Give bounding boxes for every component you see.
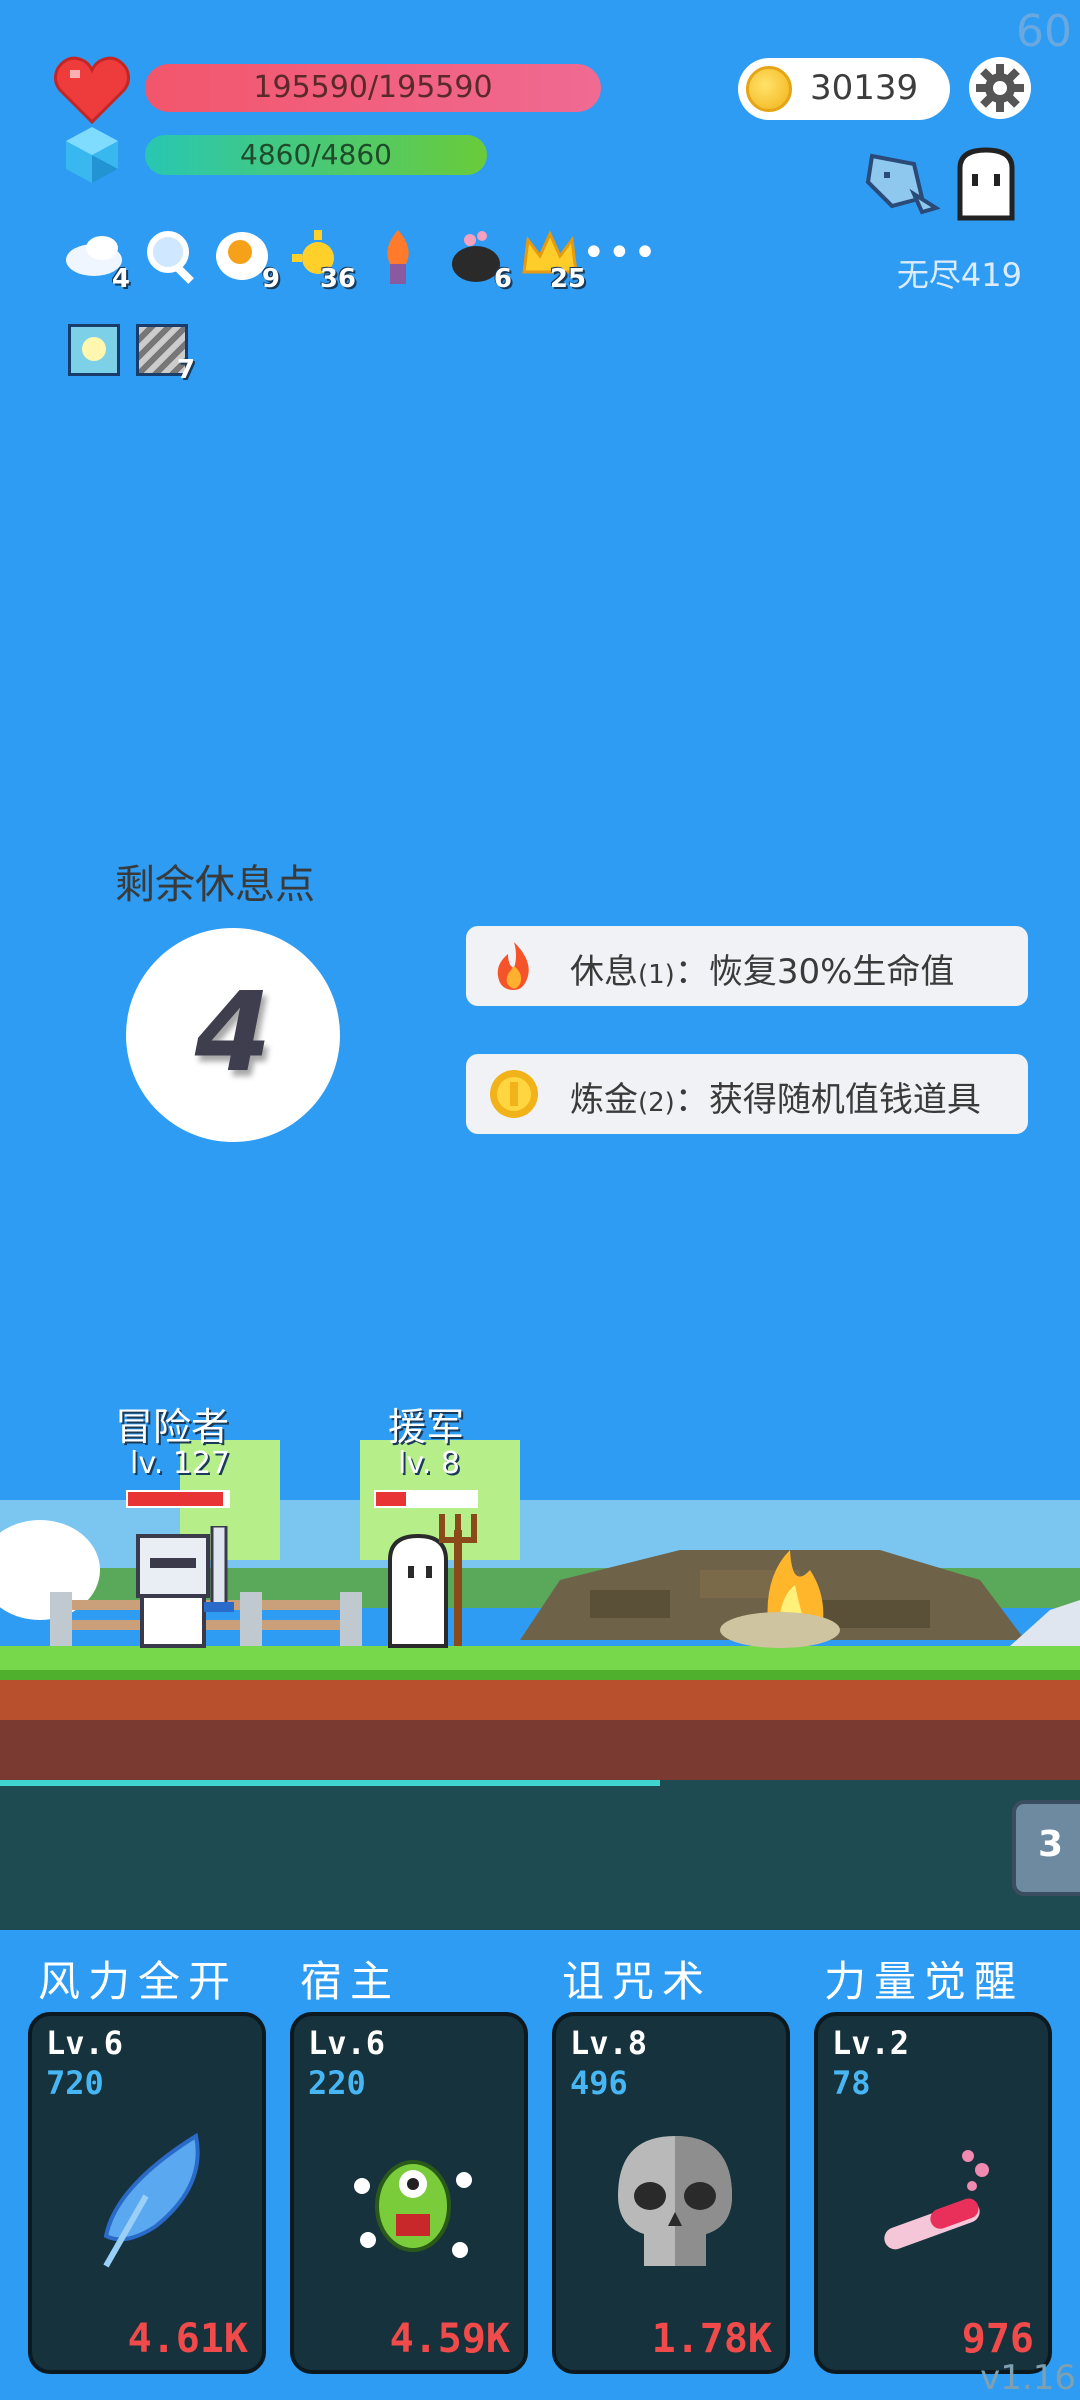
striped-scroll-buff-icon[interactable]: 7 [136,324,195,385]
flame-torch-icon[interactable] [366,224,430,288]
rest-option-button[interactable]: 休息(1)：恢复30%生命值 [466,926,1028,1006]
skill-level: Lv.6 [308,2024,386,2062]
rest-option-count: (1) [638,960,675,990]
skill-name-2: 宿主 [300,1957,401,2006]
buff-count: 7 [176,355,195,385]
item-count: 4 [111,264,130,294]
alchemy-option-text: 炼金(2)：获得随机值钱道具 [570,1072,981,1121]
fps-counter: 60 [1016,6,1072,57]
item-count: 36 [319,264,356,294]
skill-value: 220 [308,2064,366,2102]
version-label: v1.16 [980,2358,1076,2398]
item-bar: 4 9 36 6 25 [62,224,662,294]
blue-feather-icon [103,2132,200,2268]
skill-value: 720 [46,2064,104,2102]
mp-text: 4860/4860 [240,138,392,171]
rest-points-value: 4 [194,968,272,1096]
adventurer-name: 冒险者 [115,1405,230,1449]
endless-mode-label: 无尽419 [896,256,1022,294]
mp-bar: 4860/4860 [145,135,487,175]
adventurer-knight-sprite[interactable] [128,1526,238,1650]
adventurer-level: lv. 127 [130,1446,231,1481]
skill-level: Lv.2 [832,2024,910,2062]
skill-cost: 1.78K [651,2316,772,2362]
coin-icon [490,1070,538,1118]
skill-card-power[interactable]: Lv.2 78 976 [814,2012,1052,2374]
cauldron-icon[interactable]: 6 [444,224,512,294]
alchemy-option-desc: ：获得随机值钱道具 [674,1080,981,1120]
buff-bar: 7 [68,324,208,385]
mana-crystal-icon [66,127,118,183]
sun-icon[interactable]: 36 [288,224,356,294]
item-count: 25 [549,264,586,294]
hp-bar: 195590/195590 [145,64,601,112]
reinforcement-hp-bar [374,1490,478,1508]
fire-icon [497,942,529,990]
gold-coin-icon [746,66,792,112]
magnifier-icon[interactable] [140,224,204,288]
skill-card-wind[interactable]: Lv.6 720 4.61K [28,2012,266,2374]
potion-tube-icon [884,2150,989,2250]
battle-scene: 冒险者 lv. 127 援军 lv. 8 [0,1330,1080,1930]
skill-name-1: 风力全开 [38,1957,239,2006]
light-bulb-buff-icon[interactable] [68,324,120,376]
ghost-icon[interactable] [950,146,1022,222]
skill-level: Lv.6 [46,2024,124,2062]
skill-value: 78 [832,2064,871,2102]
skill-cost: 4.61K [127,2316,248,2362]
adventurer-hp-bar [126,1490,230,1508]
skill-name-4: 力量觉醒 [824,1957,1025,2006]
settings-gear-icon[interactable] [968,56,1032,120]
skill-value: 496 [570,2064,628,2102]
alchemy-option-count: (2) [638,1088,675,1118]
rest-option-label: 休息 [570,952,638,992]
rest-points-title: 剩余休息点 [115,862,315,908]
hp-text: 195590/195590 [253,70,493,105]
skill-level: Lv.8 [570,2024,648,2062]
adventurer-hp-fill [128,1492,223,1506]
reinforcement-hp-fill [376,1492,406,1506]
coin-counter: 30139 [738,58,950,120]
skill-cost: 976 [961,2316,1034,2362]
alchemy-option-button[interactable]: 炼金(2)：获得随机值钱道具 [466,1054,1028,1134]
skull-icon [618,2136,732,2266]
item-count: 6 [493,264,512,294]
more-items-icon[interactable]: ••• [582,230,659,276]
rest-option-desc: ：恢复30%生命值 [674,952,955,992]
reinforcement-level: lv. 8 [398,1446,460,1481]
skill-card-curse[interactable]: Lv.8 496 1.78K [552,2012,790,2374]
side-tab-button[interactable]: 3 [1012,1800,1080,1896]
fish-icon[interactable] [862,146,940,216]
reinforcement-name: 援军 [388,1405,465,1449]
skill-card-host[interactable]: Lv.6 220 4.59K [290,2012,528,2374]
cloud-wing-icon[interactable]: 4 [62,224,130,294]
rest-points-circle: 4 [126,928,340,1142]
rest-option-text: 休息(1)：恢复30%生命值 [570,944,954,993]
item-count: 9 [261,264,280,294]
alchemy-option-label: 炼金 [570,1080,638,1120]
heart-icon [53,56,131,125]
reinforcement-ghost-sprite[interactable] [384,1510,504,1650]
skill-cost: 4.59K [389,2316,510,2362]
green-monster-icon [354,2160,472,2258]
skill-name-3: 诅咒术 [562,1957,713,2006]
side-tab-number: 3 [1038,1824,1064,1865]
crown-icon[interactable]: 25 [518,224,586,294]
fried-egg-icon[interactable]: 9 [212,224,280,294]
coin-amount: 30139 [810,68,919,108]
